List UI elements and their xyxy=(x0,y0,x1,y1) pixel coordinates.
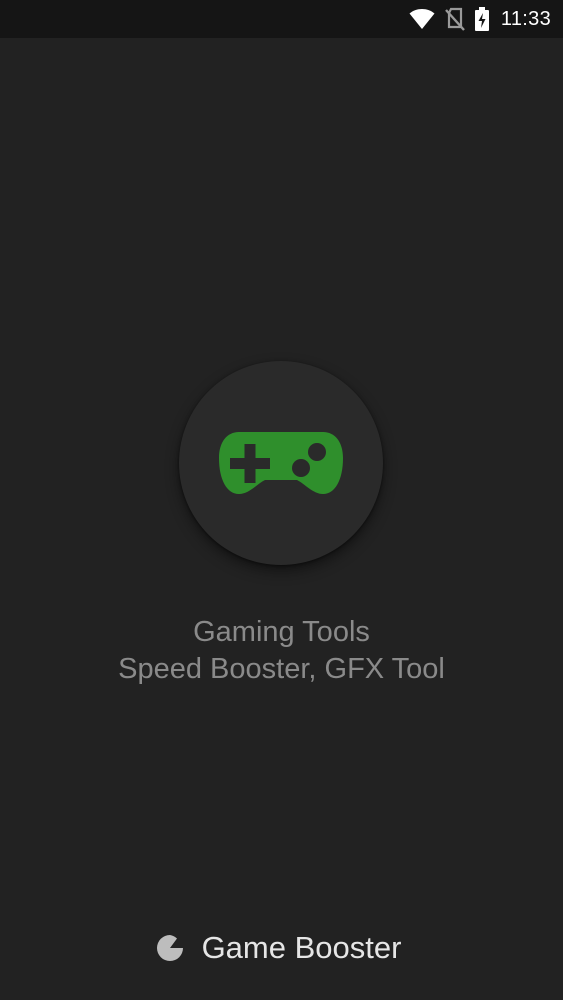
tagline-subtitle: Speed Booster, GFX Tool xyxy=(118,653,445,685)
battery-charging-icon xyxy=(474,0,489,38)
brand-name: Game Booster xyxy=(201,930,402,965)
status-time: 11:33 xyxy=(500,7,551,30)
splash-screen: 11:33 Gaming Tools Speed Booster, GFX To… xyxy=(0,0,563,1000)
tagline-title: Gaming Tools xyxy=(193,616,370,648)
no-sim-icon xyxy=(445,0,465,38)
game-booster-logo-icon xyxy=(156,934,184,962)
status-bar: 11:33 xyxy=(0,0,563,38)
gamepad-icon xyxy=(219,432,343,494)
tagline: Gaming Tools Speed Booster, GFX Tool xyxy=(0,614,563,688)
wifi-icon xyxy=(409,0,435,38)
app-logo xyxy=(179,361,383,565)
brand-footer: Game Booster xyxy=(0,930,563,966)
